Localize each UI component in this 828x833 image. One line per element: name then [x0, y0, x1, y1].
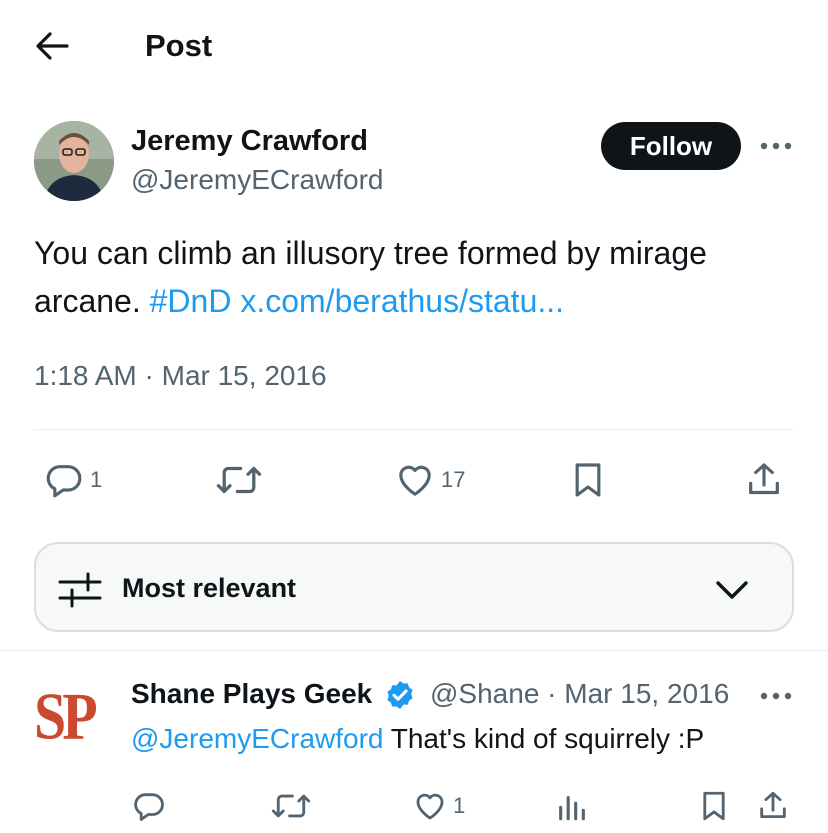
divider	[34, 429, 794, 430]
reply-mention[interactable]: @JeremyECrawford	[131, 723, 383, 754]
reply-text: @JeremyECrawford That's kind of squirrel…	[131, 721, 704, 757]
bookmark-icon	[703, 791, 725, 821]
author-handle[interactable]: @JeremyECrawford	[131, 163, 383, 197]
share-icon	[760, 791, 786, 819]
reply-like-button[interactable]: 1	[413, 786, 465, 826]
hashtag-link[interactable]: #DnD	[150, 283, 232, 319]
sort-label: Most relevant	[122, 573, 297, 603]
reply-count: 1	[90, 467, 103, 492]
tweet-author: Jeremy Crawford @JeremyECrawford Follow	[0, 110, 828, 210]
page-title: Post	[145, 28, 213, 63]
share-button[interactable]	[744, 456, 784, 504]
like-count: 17	[441, 467, 466, 492]
reply-bookmark-button[interactable]	[697, 786, 731, 826]
tweet-text: You can climb an illusory tree formed by…	[34, 229, 804, 325]
top-bar: Post	[0, 0, 828, 92]
more-options-button[interactable]	[756, 132, 796, 160]
reply-actions: 1	[0, 782, 828, 828]
retweet-button[interactable]	[216, 456, 262, 504]
avatar-image	[34, 121, 114, 201]
back-arrow-icon	[36, 32, 69, 60]
tweet-actions: 1 17	[0, 450, 828, 510]
verified-icon	[387, 681, 413, 709]
reply-avatar[interactable]: SP	[34, 679, 114, 754]
reply-more-button[interactable]	[756, 682, 796, 710]
reply-body: That's kind of squirrely :P	[383, 723, 705, 754]
url-link[interactable]: x.com/berathus/statu...	[240, 283, 564, 319]
reply-button[interactable]: 1	[44, 456, 102, 504]
bookmark-button[interactable]	[568, 456, 608, 504]
reply-reply-button[interactable]	[132, 786, 166, 826]
reply-like-count: 1	[453, 793, 466, 818]
like-icon	[399, 465, 431, 496]
reply-views-button[interactable]	[555, 786, 589, 826]
reply-icon	[134, 793, 164, 821]
more-icon	[760, 142, 792, 150]
retweet-icon	[216, 466, 262, 494]
like-button[interactable]: 17	[395, 456, 465, 504]
back-button[interactable]	[30, 26, 74, 66]
avatar[interactable]	[34, 121, 114, 201]
reply-icon	[46, 465, 82, 498]
tweet-timestamp[interactable]: 1:18 AM · Mar 15, 2016	[34, 358, 327, 394]
author-name[interactable]: Jeremy Crawford	[131, 124, 368, 158]
sort-replies-dropdown[interactable]: Most relevant	[34, 542, 794, 632]
views-icon	[559, 795, 585, 821]
retweet-icon	[271, 794, 311, 818]
bookmark-icon	[575, 463, 601, 497]
chevron-down-icon	[716, 581, 748, 599]
reply-share-button[interactable]	[756, 786, 790, 826]
more-icon	[760, 692, 792, 700]
reply-retweet-button[interactable]	[271, 786, 311, 826]
reply-meta: @Shane · Mar 15, 2016	[430, 678, 730, 709]
follow-button[interactable]: Follow	[601, 122, 741, 170]
reply-item[interactable]: SP Shane Plays Geek @Shane · Mar 15, 201…	[0, 650, 828, 833]
sort-filter-icon	[58, 572, 102, 608]
like-icon	[416, 793, 444, 820]
reply-author-name[interactable]: Shane Plays Geek	[131, 677, 381, 711]
share-icon	[749, 463, 779, 495]
